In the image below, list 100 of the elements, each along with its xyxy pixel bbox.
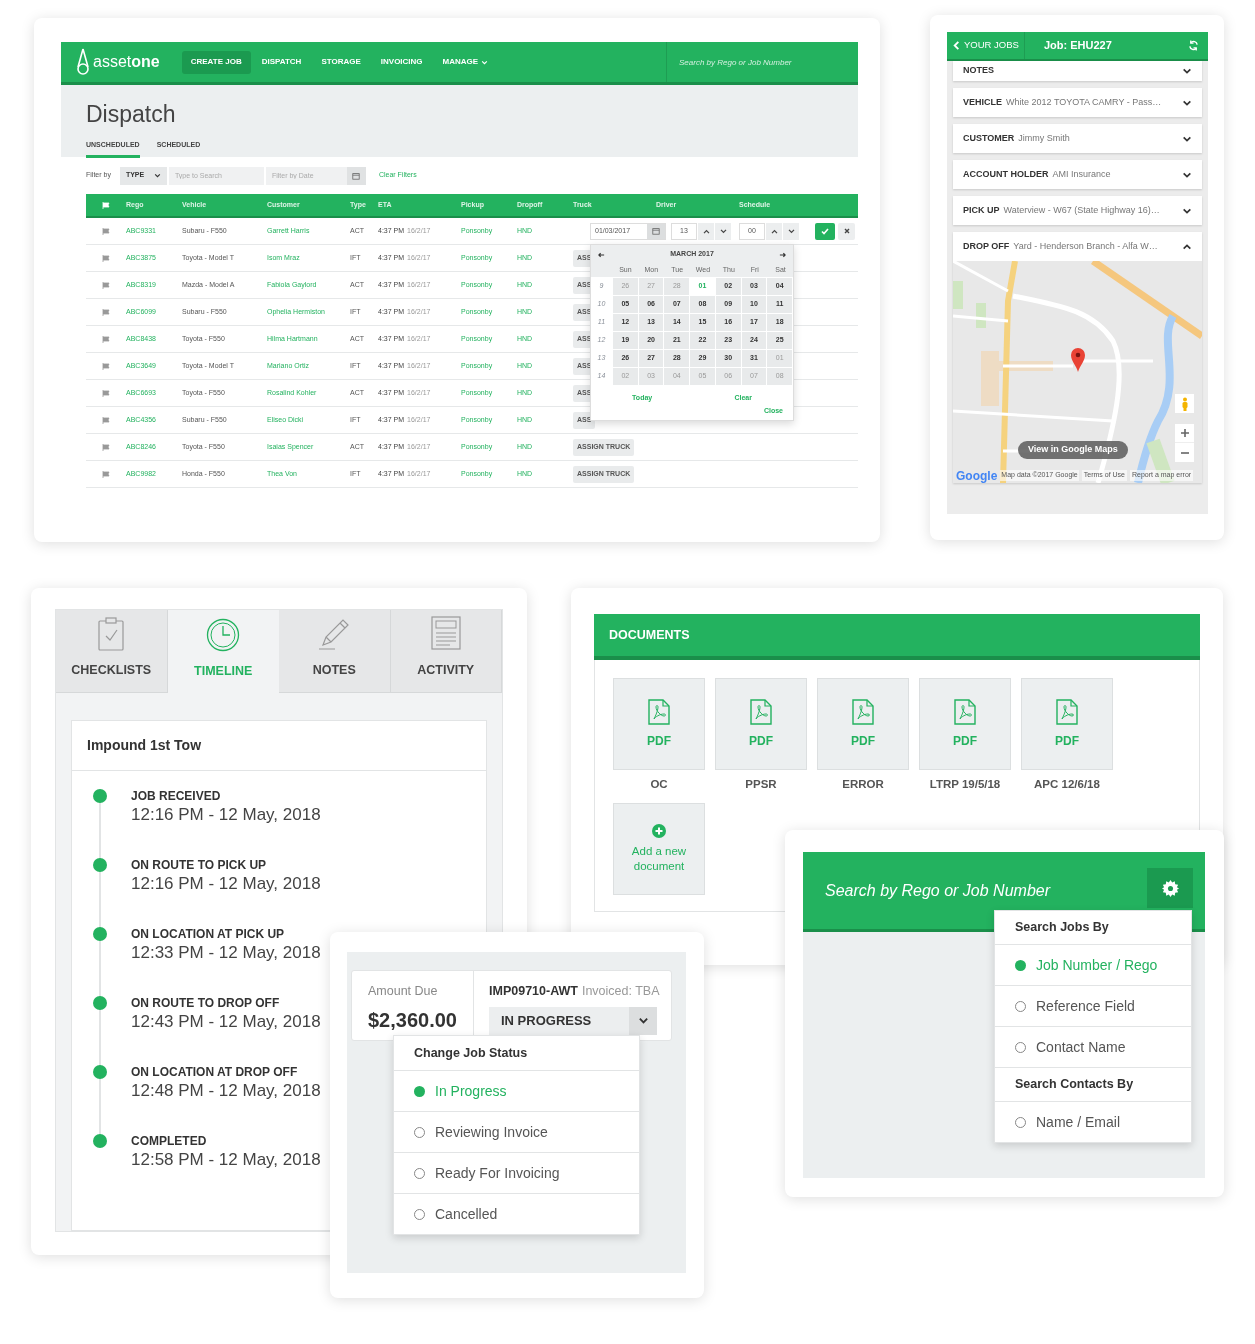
menu-heading: Change Job Status: [413, 1044, 529, 1062]
document-name: PPSR: [745, 777, 777, 792]
check-icon: [821, 227, 829, 235]
flag-icon: [102, 335, 110, 343]
settings-button[interactable]: [1147, 868, 1193, 908]
status-option[interactable]: Ready For Invoicing: [394, 1152, 639, 1193]
document-icon: [429, 615, 462, 652]
logo-icon: [75, 48, 91, 76]
pdf-file-icon: [954, 698, 976, 725]
flag-icon: [102, 470, 110, 478]
cancel-button[interactable]: [838, 222, 855, 240]
item-label: ACCOUNT HOLDER: [963, 167, 1049, 181]
item-label: CUSTOMER: [963, 131, 1015, 145]
item-label: VEHICLE: [963, 95, 1002, 109]
event-label: ON LOCATION AT DROP OFF: [131, 1064, 299, 1080]
tab[interactable]: CHECKLISTS: [56, 610, 168, 693]
event-label: ON ROUTE TO DROP OFF: [131, 995, 281, 1011]
flag-icon: [102, 308, 110, 316]
event-label: ON LOCATION AT PICK UP: [131, 926, 286, 942]
decrement-button[interactable]: [783, 222, 799, 240]
item-label: NOTES: [963, 64, 994, 78]
map-pin-icon: [1070, 347, 1086, 373]
item-label: PICK UP: [963, 203, 1000, 217]
refresh-icon[interactable]: [1188, 40, 1199, 51]
amount-label: Amount Due: [368, 983, 439, 1000]
nav-item[interactable]: CREATE JOB: [181, 50, 251, 74]
clock-icon: [206, 618, 241, 653]
previous-month-button[interactable]: [598, 251, 605, 258]
increment-button[interactable]: [698, 222, 714, 240]
street-view-button[interactable]: [1175, 394, 1194, 413]
map-logo: Google: [956, 469, 998, 482]
menu-heading: Search Contacts By: [995, 1067, 1191, 1101]
calendar-button[interactable]: [647, 223, 665, 239]
document-name: OC: [650, 777, 668, 792]
event-label: ON ROUTE TO PICK UP: [131, 857, 268, 873]
flag-icon: [102, 227, 110, 235]
status-option[interactable]: Cancelled: [394, 1193, 639, 1234]
job-id: IMP09710-AWT: [489, 983, 578, 1000]
settings-icon: [1161, 879, 1179, 897]
flag-icon: [102, 389, 110, 397]
flag-icon: [102, 416, 110, 424]
clipboard-icon: [97, 617, 126, 652]
pdf-file-icon: [852, 698, 874, 725]
event-time: 12:16 PM - 12 May, 2018: [131, 804, 321, 826]
status-option[interactable]: Reviewing Invoice: [394, 1111, 639, 1152]
view-in-maps-button[interactable]: View in Google Maps: [1018, 441, 1128, 459]
document-name: ERROR: [842, 777, 884, 792]
event-label: JOB RECEIVED: [131, 788, 222, 804]
close-icon: [843, 228, 850, 234]
accordion-item[interactable]: VEHICLE White 2012 TOYOTA CAMRY - Pass…: [953, 88, 1202, 117]
tab[interactable]: NOTES: [279, 610, 391, 693]
flag-icon: [102, 254, 110, 262]
item-value: Waterview - W67 (State Highway 16)…: [1003, 203, 1160, 217]
search-option[interactable]: Name / Email: [995, 1101, 1191, 1142]
search-option[interactable]: Reference Field: [995, 985, 1191, 1026]
calendar-button[interactable]: [346, 166, 366, 185]
flag-icon: [102, 443, 110, 451]
page-title: Dispatch: [86, 100, 177, 128]
calendar-icon: [352, 171, 361, 180]
item-value: White 2012 TOYOTA CAMRY - Pass…: [1006, 95, 1162, 109]
event-time: 12:58 PM - 12 May, 2018: [131, 1149, 321, 1171]
card-title: Impound 1st Tow: [72, 721, 486, 771]
flag-icon: [102, 281, 110, 289]
event-time: 12:48 PM - 12 May, 2018: [131, 1080, 321, 1102]
event-time: 12:43 PM - 12 May, 2018: [131, 1011, 321, 1033]
search-option[interactable]: Contact Name: [995, 1026, 1191, 1067]
flag-icon: [102, 201, 110, 209]
accordion-item[interactable]: ACCOUNT HOLDER AMI Insurance: [953, 160, 1202, 189]
document-name: LTRP 19/5/18: [929, 777, 1001, 792]
plus-icon: [1180, 429, 1189, 437]
search-field[interactable]: Search by Rego or Job Number: [666, 42, 858, 82]
person-icon: [1180, 396, 1189, 411]
accordion-item[interactable]: PICK UP Waterview - W67 (State Highway 16)…: [953, 196, 1202, 225]
accordion-item[interactable]: NOTES: [953, 61, 1202, 81]
flag-icon: [102, 362, 110, 370]
caret-icon: [153, 172, 161, 179]
chevron-down-icon: [637, 1015, 649, 1027]
event-time: 12:33 PM - 12 May, 2018: [131, 942, 321, 964]
tab[interactable]: ACTIVITY: [390, 610, 502, 693]
plus-circle-icon: [652, 824, 666, 839]
item-label: DROP OFF: [963, 239, 1010, 253]
right-arrow-icon: [779, 251, 786, 258]
section-header: DOCUMENTS: [594, 614, 1200, 660]
invoiced-status: Invoiced: TBA: [581, 983, 660, 1000]
item-value: Yard - Henderson Branch - Alfa W…: [1013, 239, 1158, 253]
document-name: APC 12/6/18: [1034, 777, 1100, 792]
left-arrow-icon: [598, 251, 605, 258]
pdf-file-icon: [648, 698, 670, 725]
status-select[interactable]: IN PROGRESS: [489, 1006, 657, 1035]
decrement-button[interactable]: [715, 222, 731, 240]
event-time: 12:16 PM - 12 May, 2018: [131, 873, 321, 895]
pdf-file-icon: [750, 698, 772, 725]
logo-text: assetone: [93, 52, 160, 72]
menu-heading: Search Jobs By: [1014, 919, 1110, 937]
next-month-button[interactable]: [779, 251, 786, 258]
accordion-item[interactable]: CUSTOMER Jimmy Smith: [953, 124, 1202, 153]
pdf-file-icon: [1056, 698, 1078, 725]
calendar-icon: [652, 227, 660, 235]
increment-button[interactable]: [766, 222, 782, 240]
search-field[interactable]: Search by Rego or Job Number: [825, 878, 1125, 903]
